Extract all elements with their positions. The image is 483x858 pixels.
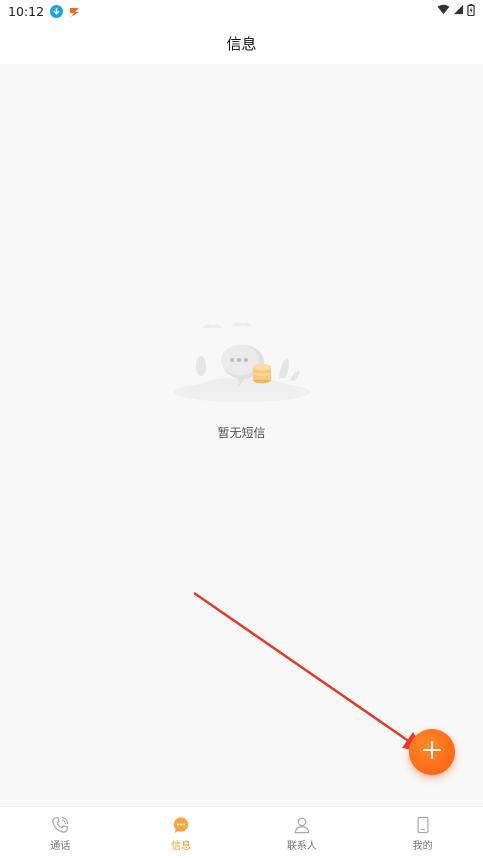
tab-label: 通话	[50, 841, 71, 852]
plus-icon	[422, 740, 442, 764]
mobile-icon	[413, 815, 433, 835]
tab-messages[interactable]: 信息	[121, 807, 242, 858]
tab-label: 联系人	[286, 841, 317, 852]
tab-calls[interactable]: 通话	[0, 807, 121, 858]
tab-label: 我的	[412, 841, 433, 852]
tab-label: 信息	[171, 841, 192, 852]
contact-icon	[292, 815, 312, 835]
tab-profile[interactable]: 我的	[362, 807, 483, 858]
new-message-button[interactable]	[409, 729, 455, 775]
annotation-arrow	[193, 591, 425, 752]
tab-contacts[interactable]: 联系人	[242, 807, 363, 858]
message-icon	[171, 815, 191, 835]
phone-icon	[50, 815, 70, 835]
bottom-tab-bar: 通话 信息 联系人 我的	[0, 806, 483, 858]
